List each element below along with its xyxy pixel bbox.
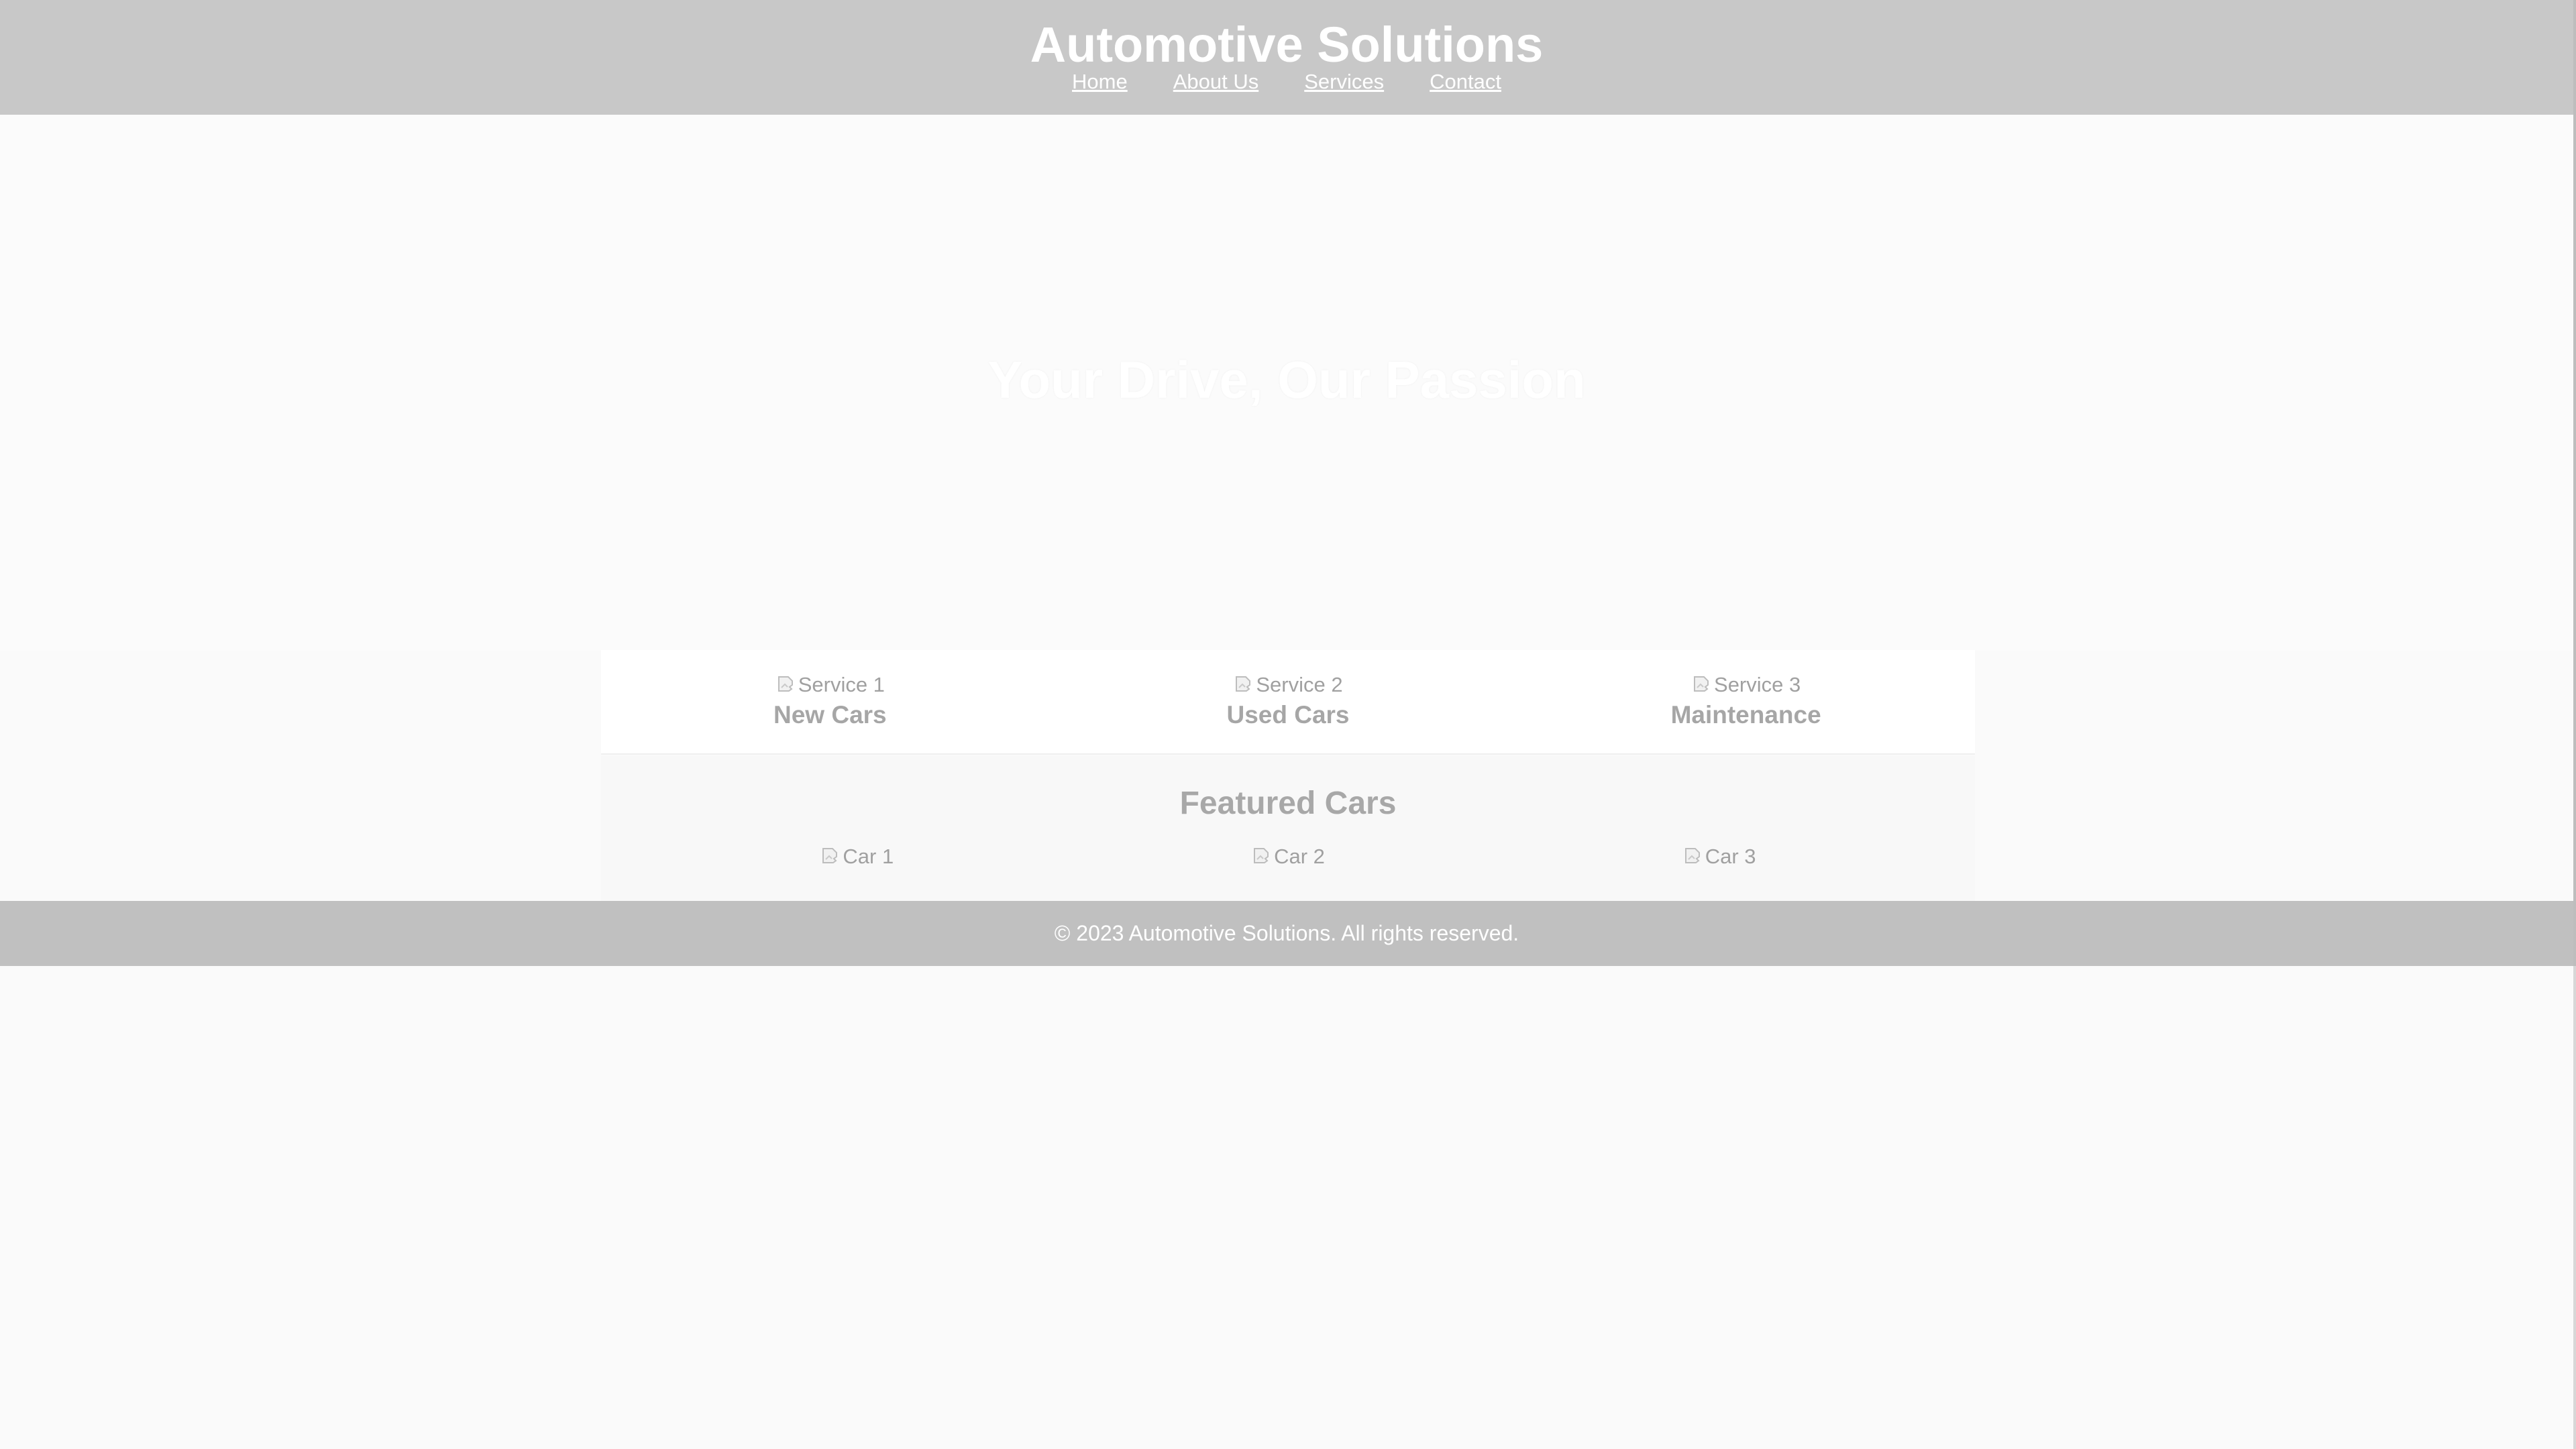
service-name: Maintenance bbox=[1670, 701, 1821, 729]
featured-cars-title: Featured Cars bbox=[1179, 786, 1397, 821]
car-image-1[interactable]: Car 1 bbox=[820, 845, 894, 869]
services-section: Service 1 New Cars Service 2 Used Cars S… bbox=[601, 650, 1975, 755]
car-card-2: Car 2 bbox=[1100, 845, 1476, 871]
broken-image-icon bbox=[820, 846, 841, 867]
nav-link-services[interactable]: Services bbox=[1304, 67, 1384, 97]
featured-cars-list: Car 1 Car 2 Car 3 bbox=[601, 845, 1975, 871]
car-card-1: Car 1 bbox=[669, 845, 1044, 871]
broken-image-icon bbox=[1682, 846, 1704, 867]
broken-image-icon bbox=[1233, 674, 1254, 696]
nav-link-contact[interactable]: Contact bbox=[1430, 67, 1501, 97]
service-image-alt-text: Service 2 bbox=[1256, 673, 1343, 696]
service-image-alt-text: Service 1 bbox=[798, 673, 885, 696]
featured-cars-section: Featured Cars Car 1 Car 2 Car 3 bbox=[601, 756, 1975, 901]
service-image-1[interactable]: Service 1 bbox=[775, 673, 885, 697]
hero-title: Your Drive, Our Passion bbox=[987, 350, 1586, 409]
service-name: New Cars bbox=[773, 701, 887, 729]
service-image-2[interactable]: Service 2 bbox=[1233, 673, 1343, 697]
car-image-alt-text: Car 2 bbox=[1274, 845, 1325, 868]
nav-link-about-us[interactable]: About Us bbox=[1173, 67, 1259, 97]
service-card-new-cars: Service 1 New Cars bbox=[629, 650, 1031, 753]
service-image-alt-text: Service 3 bbox=[1714, 673, 1801, 696]
footer-copyright: © 2023 Automotive Solutions. All rights … bbox=[1054, 921, 1519, 945]
car-image-3[interactable]: Car 3 bbox=[1682, 845, 1756, 869]
site-title: Automotive Solutions bbox=[1030, 17, 1544, 72]
main-nav: Home About Us Services Contact bbox=[0, 67, 2573, 97]
service-name: Used Cars bbox=[1226, 701, 1350, 729]
broken-image-icon bbox=[1691, 674, 1713, 696]
site-header: Automotive Solutions Home About Us Servi… bbox=[0, 0, 2573, 115]
broken-image-icon bbox=[1251, 846, 1273, 867]
car-image-alt-text: Car 3 bbox=[1705, 845, 1756, 868]
hero-section: Your Drive, Our Passion bbox=[0, 115, 2573, 651]
scrollbar-thumb[interactable] bbox=[2573, 0, 2576, 966]
nav-link-home[interactable]: Home bbox=[1072, 67, 1128, 97]
service-image-3[interactable]: Service 3 bbox=[1691, 673, 1801, 697]
car-image-alt-text: Car 1 bbox=[843, 845, 894, 868]
service-card-used-cars: Service 2 Used Cars bbox=[1087, 650, 1489, 753]
car-card-3: Car 3 bbox=[1532, 845, 1907, 871]
service-card-maintenance: Service 3 Maintenance bbox=[1545, 650, 1947, 753]
site-footer: © 2023 Automotive Solutions. All rights … bbox=[0, 901, 2573, 966]
car-image-2[interactable]: Car 2 bbox=[1251, 845, 1325, 869]
broken-image-icon bbox=[775, 674, 797, 696]
